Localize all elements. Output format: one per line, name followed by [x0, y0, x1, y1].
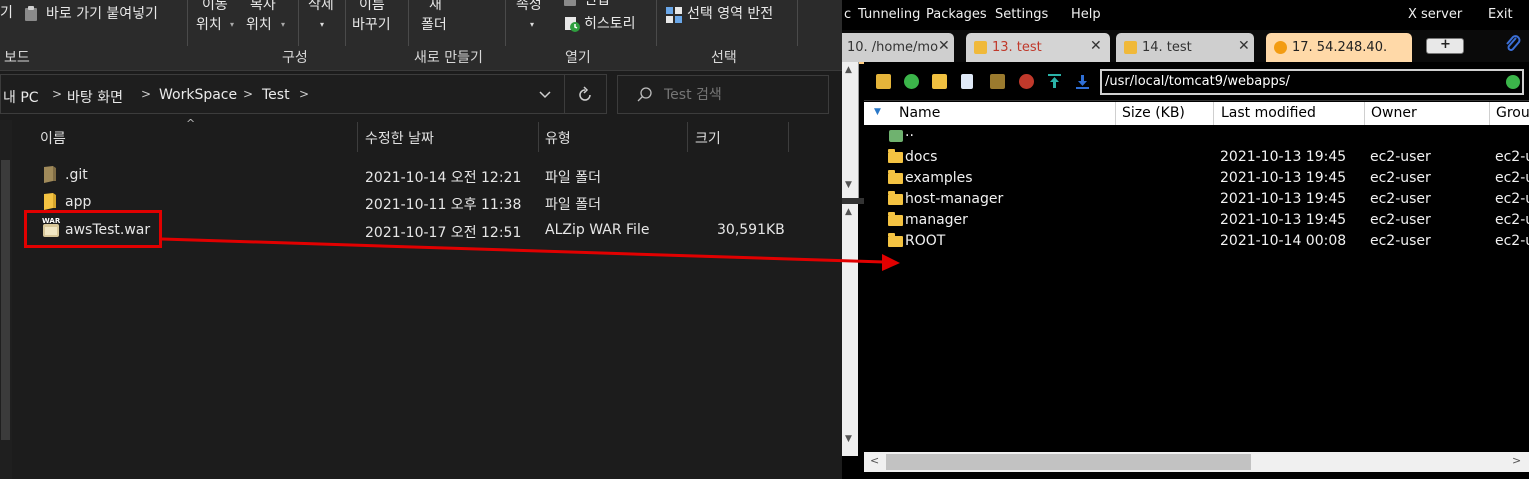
arrow-head	[882, 254, 900, 271]
arrow-line	[161, 237, 885, 264]
drag-arrow-annotation	[161, 237, 900, 271]
